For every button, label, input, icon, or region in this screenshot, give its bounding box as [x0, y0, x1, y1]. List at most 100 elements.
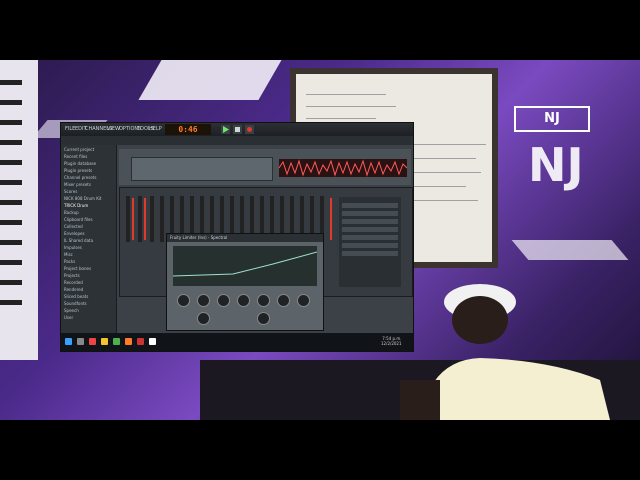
channel-row[interactable]: [342, 203, 398, 208]
song-position-display: 0:46: [165, 124, 211, 135]
plugin-title: Fruity Limiter (Ins) - Spectral: [167, 234, 323, 242]
browser-item[interactable]: Misc: [64, 252, 114, 257]
browser-item[interactable]: Packs: [64, 259, 114, 264]
search-icon[interactable]: [77, 338, 84, 345]
browser-item[interactable]: Envelopes: [64, 231, 114, 236]
browser-item[interactable]: Channel presets: [64, 175, 114, 180]
wall-sign: NJ: [514, 106, 590, 132]
fl-studio-icon[interactable]: [125, 338, 132, 345]
gate-knob[interactable]: [257, 312, 270, 325]
audio-clip[interactable]: [278, 159, 408, 177]
channel-row[interactable]: [342, 251, 398, 256]
browser-item[interactable]: Clipboard files: [64, 217, 114, 222]
level-meter: [132, 198, 134, 240]
synth-key: [0, 260, 22, 265]
board-writing: [406, 200, 478, 201]
studio-photo: NJ NJ FILE EDIT CHANNELS VIEW OPTIONS TO…: [0, 60, 640, 420]
synth-key: [0, 280, 22, 285]
synth-key: [0, 120, 22, 125]
browser-item[interactable]: IL Shared data: [64, 238, 114, 243]
mixer-fader[interactable]: [150, 196, 154, 242]
browser-item[interactable]: Mixer presets: [64, 182, 114, 187]
mixer-fader[interactable]: [138, 196, 142, 242]
ratio-knob[interactable]: [237, 294, 250, 307]
board-writing: [306, 106, 396, 107]
synth-key: [0, 240, 22, 245]
person-head: [452, 296, 508, 344]
channel-row[interactable]: [342, 243, 398, 248]
channel-row[interactable]: [342, 227, 398, 232]
windows-taskbar: 7:54 p.m. 12/2/2021: [61, 333, 413, 351]
browser-panel: Current project Recent files Plugin data…: [61, 145, 117, 333]
stop-icon: [235, 127, 240, 132]
mixer-fader[interactable]: [126, 196, 130, 242]
channel-row[interactable]: [342, 235, 398, 240]
title-bar: FILE EDIT CHANNELS VIEW OPTIONS TOOLS HE…: [61, 123, 413, 136]
attack-knob[interactable]: [257, 294, 270, 307]
wall-stripe: [138, 60, 282, 100]
threshold-knob[interactable]: [217, 294, 230, 307]
level-meter: [144, 198, 146, 240]
playlist-panel[interactable]: [119, 149, 411, 185]
channel-rack: [339, 197, 401, 287]
browser-item[interactable]: TRICK Drum: [64, 203, 114, 208]
menu-help[interactable]: HELP: [149, 126, 162, 132]
synth-key: [0, 200, 22, 205]
response-curve: [172, 251, 318, 277]
channel-row[interactable]: [342, 211, 398, 216]
app-icon[interactable]: [137, 338, 144, 345]
app-icon[interactable]: [149, 338, 156, 345]
windows-start-icon[interactable]: [65, 338, 72, 345]
browser-item[interactable]: Plugin presets: [64, 168, 114, 173]
board-writing: [306, 118, 376, 119]
browser-item[interactable]: Rendered: [64, 287, 114, 292]
browser-item[interactable]: Backup: [64, 210, 114, 215]
transport-controls[interactable]: [221, 125, 261, 134]
sustain-knob[interactable]: [297, 294, 310, 307]
taskbar-clock[interactable]: 7:54 p.m. 12/2/2021: [381, 336, 402, 346]
browser-item[interactable]: Projects: [64, 273, 114, 278]
monitor-screen: FILE EDIT CHANNELS VIEW OPTIONS TOOLS HE…: [60, 122, 414, 352]
file-explorer-icon[interactable]: [101, 338, 108, 345]
wall-logo: NJ: [528, 138, 584, 192]
browser-item[interactable]: Recorded: [64, 280, 114, 285]
board-writing: [406, 144, 486, 145]
board-writing: [406, 172, 481, 173]
browser-item[interactable]: NICK 808 Drum Kit: [64, 196, 114, 201]
browser-item[interactable]: Current project: [64, 147, 114, 152]
browser-item[interactable]: Scores: [64, 189, 114, 194]
letterbox-bottom: [0, 420, 640, 480]
channel-row[interactable]: [342, 219, 398, 224]
person-arm: [400, 380, 440, 420]
menu-file[interactable]: FILE: [65, 126, 75, 132]
knee-knob[interactable]: [197, 312, 210, 325]
board-writing: [406, 158, 476, 159]
keyboard-synth: [0, 60, 38, 360]
person-shirt: [420, 358, 610, 420]
synth-key: [0, 100, 22, 105]
board-writing: [406, 186, 466, 187]
ceiling-knob[interactable]: [197, 294, 210, 307]
record-icon: [247, 127, 252, 132]
browser-item[interactable]: Recent files: [64, 154, 114, 159]
synth-key: [0, 160, 22, 165]
pattern-clip[interactable]: [131, 157, 273, 181]
browser-item[interactable]: Impulses: [64, 245, 114, 250]
synth-key: [0, 220, 22, 225]
chrome-icon[interactable]: [113, 338, 120, 345]
browser-item[interactable]: Sliced beats: [64, 294, 114, 299]
toolbar: [61, 136, 413, 145]
release-knob[interactable]: [277, 294, 290, 307]
browser-item[interactable]: Soundfonts: [64, 301, 114, 306]
browser-item[interactable]: Plugin database: [64, 161, 114, 166]
browser-item[interactable]: Project bones: [64, 266, 114, 271]
waveform: [278, 159, 408, 177]
board-writing: [306, 94, 386, 95]
browser-icon[interactable]: [89, 338, 96, 345]
mixer-fader[interactable]: [160, 196, 164, 242]
browser-item[interactable]: Collected: [64, 224, 114, 229]
gain-knob[interactable]: [177, 294, 190, 307]
producer-person: [400, 284, 610, 420]
browser-item[interactable]: Speech: [64, 308, 114, 313]
browser-item[interactable]: User: [64, 315, 114, 320]
